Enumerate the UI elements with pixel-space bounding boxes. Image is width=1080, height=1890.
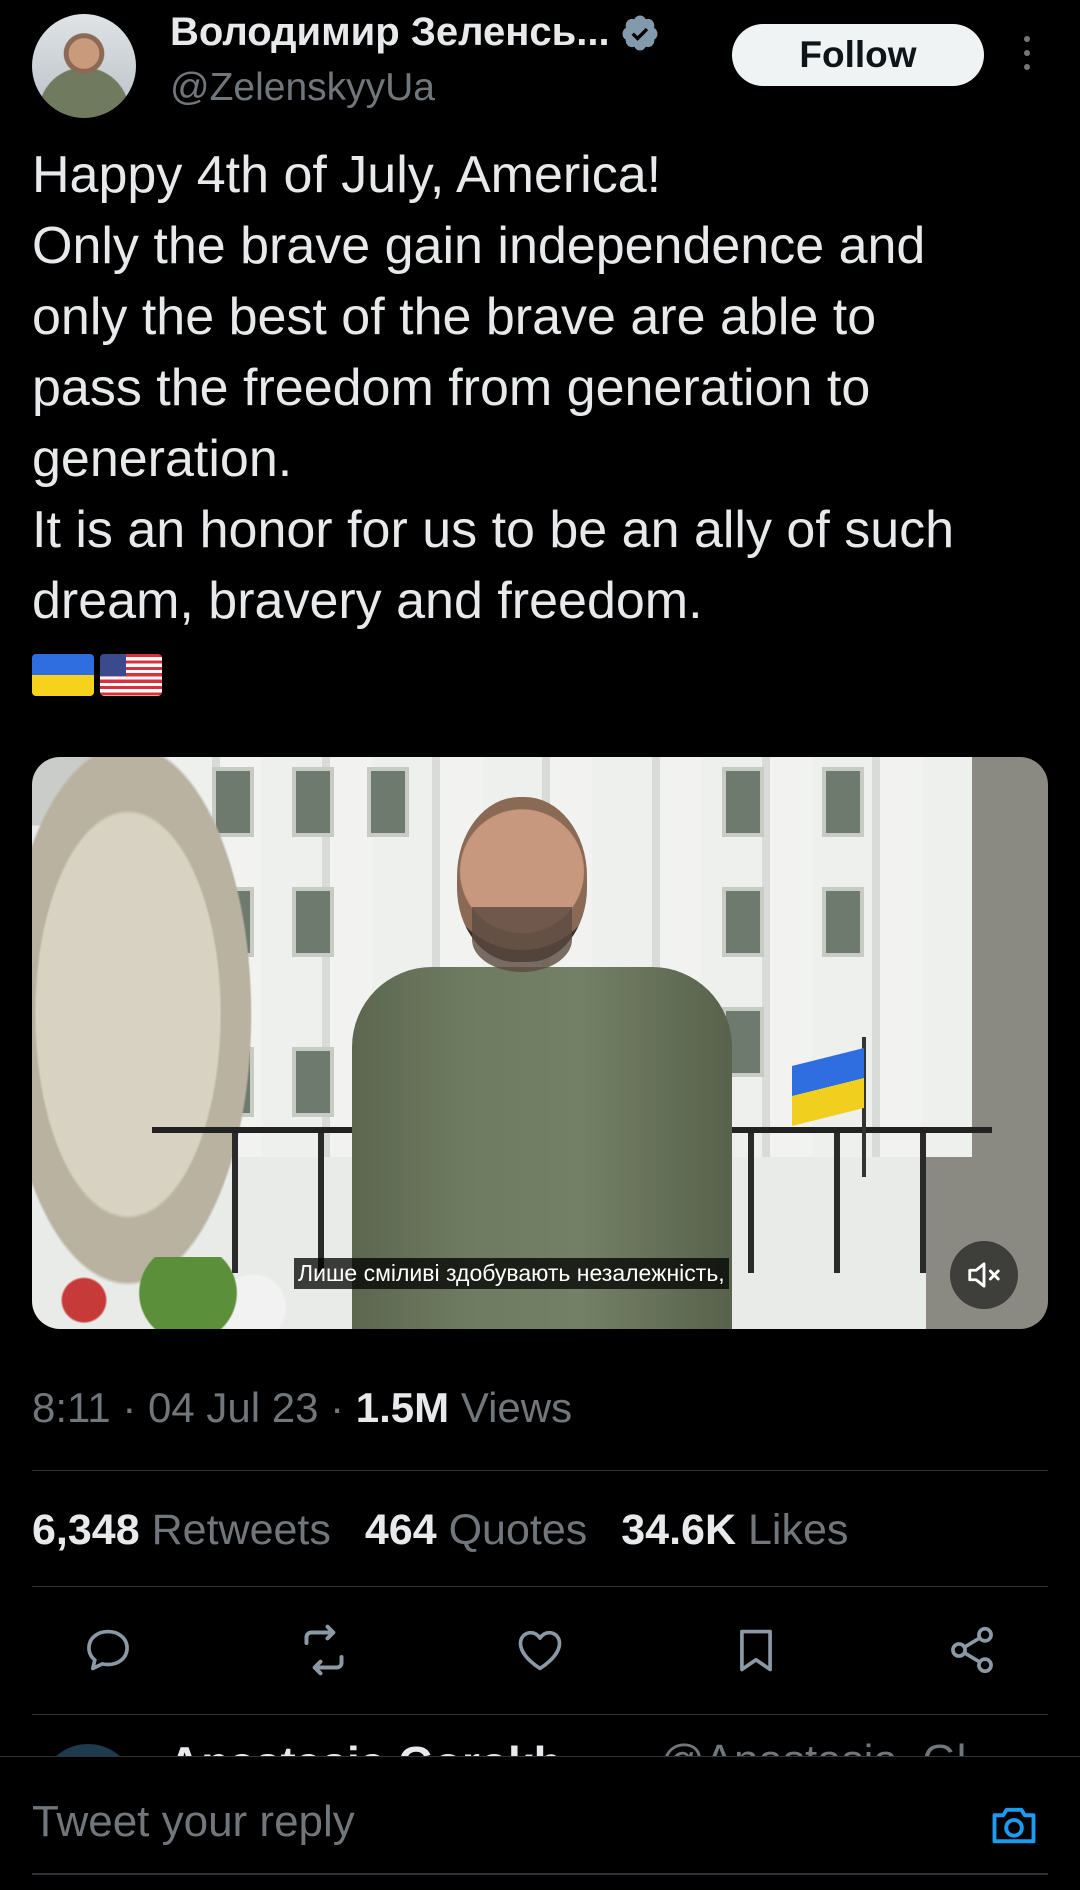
divider [32,1586,1048,1587]
reply-author-handle[interactable]: @Anastasia_Gl... [660,1736,1003,1758]
like-button[interactable] [510,1620,570,1680]
quotes-stat[interactable]: 464 Quotes [365,1506,587,1555]
views-label: Views [460,1384,573,1431]
likes-label: Likes [748,1506,849,1554]
share-icon [951,1626,993,1674]
author-avatar[interactable] [32,14,136,118]
muted-speaker-icon [968,1262,1000,1288]
tweet-time[interactable]: 8:11 [32,1384,111,1431]
tweet-text: Happy 4th of July, America! Only the bra… [32,140,1042,637]
video-window [822,767,864,837]
reply-input-underline [32,1873,1048,1875]
reply-input[interactable]: Tweet your reply [32,1797,355,1847]
reply-button[interactable] [78,1620,138,1680]
author-name[interactable]: Володимир Зеленсь... [170,10,610,55]
mute-toggle-button[interactable] [950,1241,1018,1309]
us-flag-icon [100,654,162,696]
reply-icon [87,1629,129,1671]
tweet-line: Happy 4th of July, America! [32,146,662,204]
quotes-label: Quotes [448,1506,588,1554]
video-player[interactable]: Лише сміливі здобувають незалежність, [32,757,1048,1329]
video-person [352,797,732,1329]
camera-icon[interactable] [988,1799,1040,1851]
divider [32,1470,1048,1471]
tweet-meta: 8:11 · 04 Jul 23 · 1.5M Views [32,1384,572,1432]
tweet-line: It is an honor for us to be an ally of s… [32,501,955,559]
next-reply-tweet[interactable]: Anastasia Gorokh @Anastasia_Gl... [0,1714,1080,1758]
like-icon [518,1630,562,1671]
tweet-actions [0,1620,1080,1700]
retweet-icon [304,1624,344,1676]
ukraine-flag-icon [32,654,94,696]
likes-count: 34.6K [621,1506,736,1554]
tweet-header: Володимир Зеленсь... @ZelenskyyUa Follow [0,0,1080,130]
retweets-count: 6,348 [32,1506,140,1554]
more-options-icon[interactable] [1010,36,1044,76]
tweet-line: generation. [32,430,293,488]
bookmark-icon [740,1629,772,1672]
tweet-stats: 6,348 Retweets 464 Quotes 34.6K Likes [32,1506,848,1555]
video-window [292,1047,334,1117]
tweet-line: pass the freedom from generation to [32,359,871,417]
video-window [292,887,334,957]
follow-button[interactable]: Follow [732,24,984,86]
tweet-line: dream, bravery and freedom. [32,572,703,630]
quotes-count: 464 [364,1506,437,1554]
likes-stat[interactable]: 34.6K Likes [621,1506,848,1555]
video-window [822,887,864,957]
meta-separator: · [330,1384,356,1431]
retweet-button[interactable] [294,1620,354,1680]
video-window [292,767,334,837]
bookmark-button[interactable] [726,1620,786,1680]
meta-separator: · [122,1384,148,1431]
video-caption: Лише сміливі здобувають незалежність, [294,1258,729,1289]
retweets-stat[interactable]: 6,348 Retweets [32,1506,331,1555]
flag-emojis [32,654,162,696]
author-name-row: Володимир Зеленсь... [170,10,660,55]
reply-composer: Tweet your reply [0,1756,1080,1890]
tweet-date[interactable]: 04 Jul 23 [148,1384,318,1431]
verified-badge-icon [622,15,658,50]
author-handle[interactable]: @ZelenskyyUa [170,66,435,110]
reply-author-name[interactable]: Anastasia Gorokh [168,1736,562,1758]
tweet-line: only the best of the brave are able to [32,288,877,346]
share-button[interactable] [942,1620,1002,1680]
retweets-label: Retweets [151,1506,331,1554]
tweet-line: Only the brave gain independence and [32,217,926,275]
views-count: 1.5M [355,1384,450,1431]
video-flowers [32,1257,292,1329]
